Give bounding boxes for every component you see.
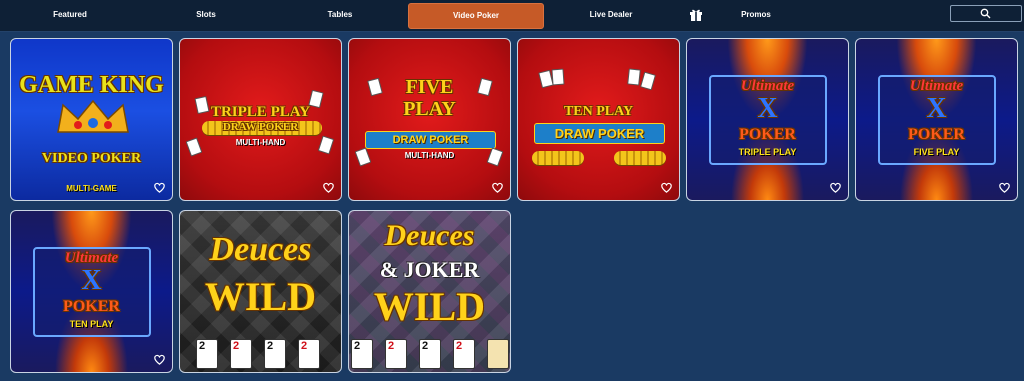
nav-featured[interactable]: Featured: [20, 3, 120, 27]
playing-card: 2: [264, 339, 286, 369]
game-title: FIVE: [405, 76, 454, 98]
game-title-2: PLAY: [403, 98, 456, 120]
game-subtitle: VIDEO POKER: [41, 151, 142, 166]
search-button[interactable]: [950, 5, 1022, 22]
game-tag: MULTI-GAME: [66, 184, 117, 193]
game-title-x: X: [757, 93, 778, 124]
game-tile-ultimate-x-five-play[interactable]: Ultimate X POKER FIVE PLAY: [855, 38, 1018, 201]
game-subtitle: DRAW POKER: [222, 121, 299, 133]
game-tag: MULTI-HAND: [404, 151, 455, 160]
game-title: Ultimate: [909, 78, 964, 94]
game-title: Ultimate: [740, 78, 795, 94]
game-tile-ultimate-x-ten-play[interactable]: Ultimate X POKER TEN PLAY: [10, 210, 173, 373]
game-tag: MULTI-HAND: [235, 138, 286, 147]
playing-card: 2: [351, 339, 373, 369]
game-title: Ultimate: [64, 250, 119, 266]
game-title-2: POKER: [63, 298, 120, 315]
heart-icon[interactable]: [829, 181, 842, 194]
heart-icon[interactable]: [491, 181, 504, 194]
game-tile-triple-play[interactable]: TRIPLE PLAY DRAW POKER MULTI-HAND: [179, 38, 342, 201]
game-title-x: X: [926, 93, 947, 124]
game-subtitle: DRAW POKER: [365, 131, 496, 149]
card-icon: [640, 71, 656, 91]
top-nav: Featured Slots Tables Video Poker Live D…: [0, 0, 1024, 32]
playing-card: 2: [419, 339, 441, 369]
game-tile-ultimate-x-triple-play[interactable]: Ultimate X POKER TRIPLE PLAY: [686, 38, 849, 201]
game-tile-ten-play[interactable]: TEN PLAY DRAW POKER: [517, 38, 680, 201]
crown-icon: [57, 99, 129, 133]
game-tag: TEN PLAY: [69, 319, 114, 329]
game-tile-game-king[interactable]: GAME KING VIDEO POKER MULTI-GAME: [10, 38, 173, 201]
coin-stack: [614, 151, 666, 165]
nav-video-poker[interactable]: Video Poker: [408, 3, 544, 29]
joker-card: [487, 339, 509, 369]
gift-icon[interactable]: [689, 7, 703, 21]
nav-tables[interactable]: Tables: [290, 3, 390, 27]
game-title-2: & JOKER: [379, 257, 480, 282]
game-tag: FIVE PLAY: [913, 147, 960, 157]
card-icon: [627, 68, 641, 86]
game-title-x: X: [81, 265, 102, 296]
heart-icon[interactable]: [322, 181, 335, 194]
playing-card: 2: [385, 339, 407, 369]
game-tag: TRIPLE PLAY: [738, 147, 797, 157]
game-title-2: POKER: [739, 126, 796, 143]
coin-stack: [532, 151, 584, 165]
nav-live-dealer[interactable]: Live Dealer: [561, 3, 661, 27]
game-title: GAME KING: [19, 72, 164, 98]
game-title-2: POKER: [908, 126, 965, 143]
heart-icon[interactable]: [660, 181, 673, 194]
heart-icon[interactable]: [153, 181, 166, 194]
game-title: Deuces: [209, 231, 312, 268]
playing-card: 2: [453, 339, 475, 369]
game-title: TRIPLE PLAY: [210, 104, 311, 120]
playing-card: 2: [230, 339, 252, 369]
nav-slots[interactable]: Slots: [156, 3, 256, 27]
game-subtitle: DRAW POKER: [534, 123, 665, 144]
search-icon: [980, 8, 991, 19]
heart-icon[interactable]: [153, 353, 166, 366]
playing-card: 2: [196, 339, 218, 369]
game-title: Deuces: [384, 219, 475, 252]
game-title-2: WILD: [204, 274, 317, 319]
card-icon: [551, 68, 565, 86]
nav-promos[interactable]: Promos: [706, 3, 806, 27]
heart-icon[interactable]: [306, 350, 319, 363]
game-tile-five-play[interactable]: FIVE PLAY DRAW POKER MULTI-HAND: [348, 38, 511, 201]
game-title-3: WILD: [373, 284, 486, 329]
heart-icon[interactable]: [998, 181, 1011, 194]
game-tile-deuces-joker-wild[interactable]: Deuces & JOKER WILD 2 2 2 2: [348, 210, 511, 373]
game-title: TEN PLAY: [563, 104, 634, 119]
game-tile-deuces-wild[interactable]: Deuces WILD 2 2 2 2: [179, 210, 342, 373]
